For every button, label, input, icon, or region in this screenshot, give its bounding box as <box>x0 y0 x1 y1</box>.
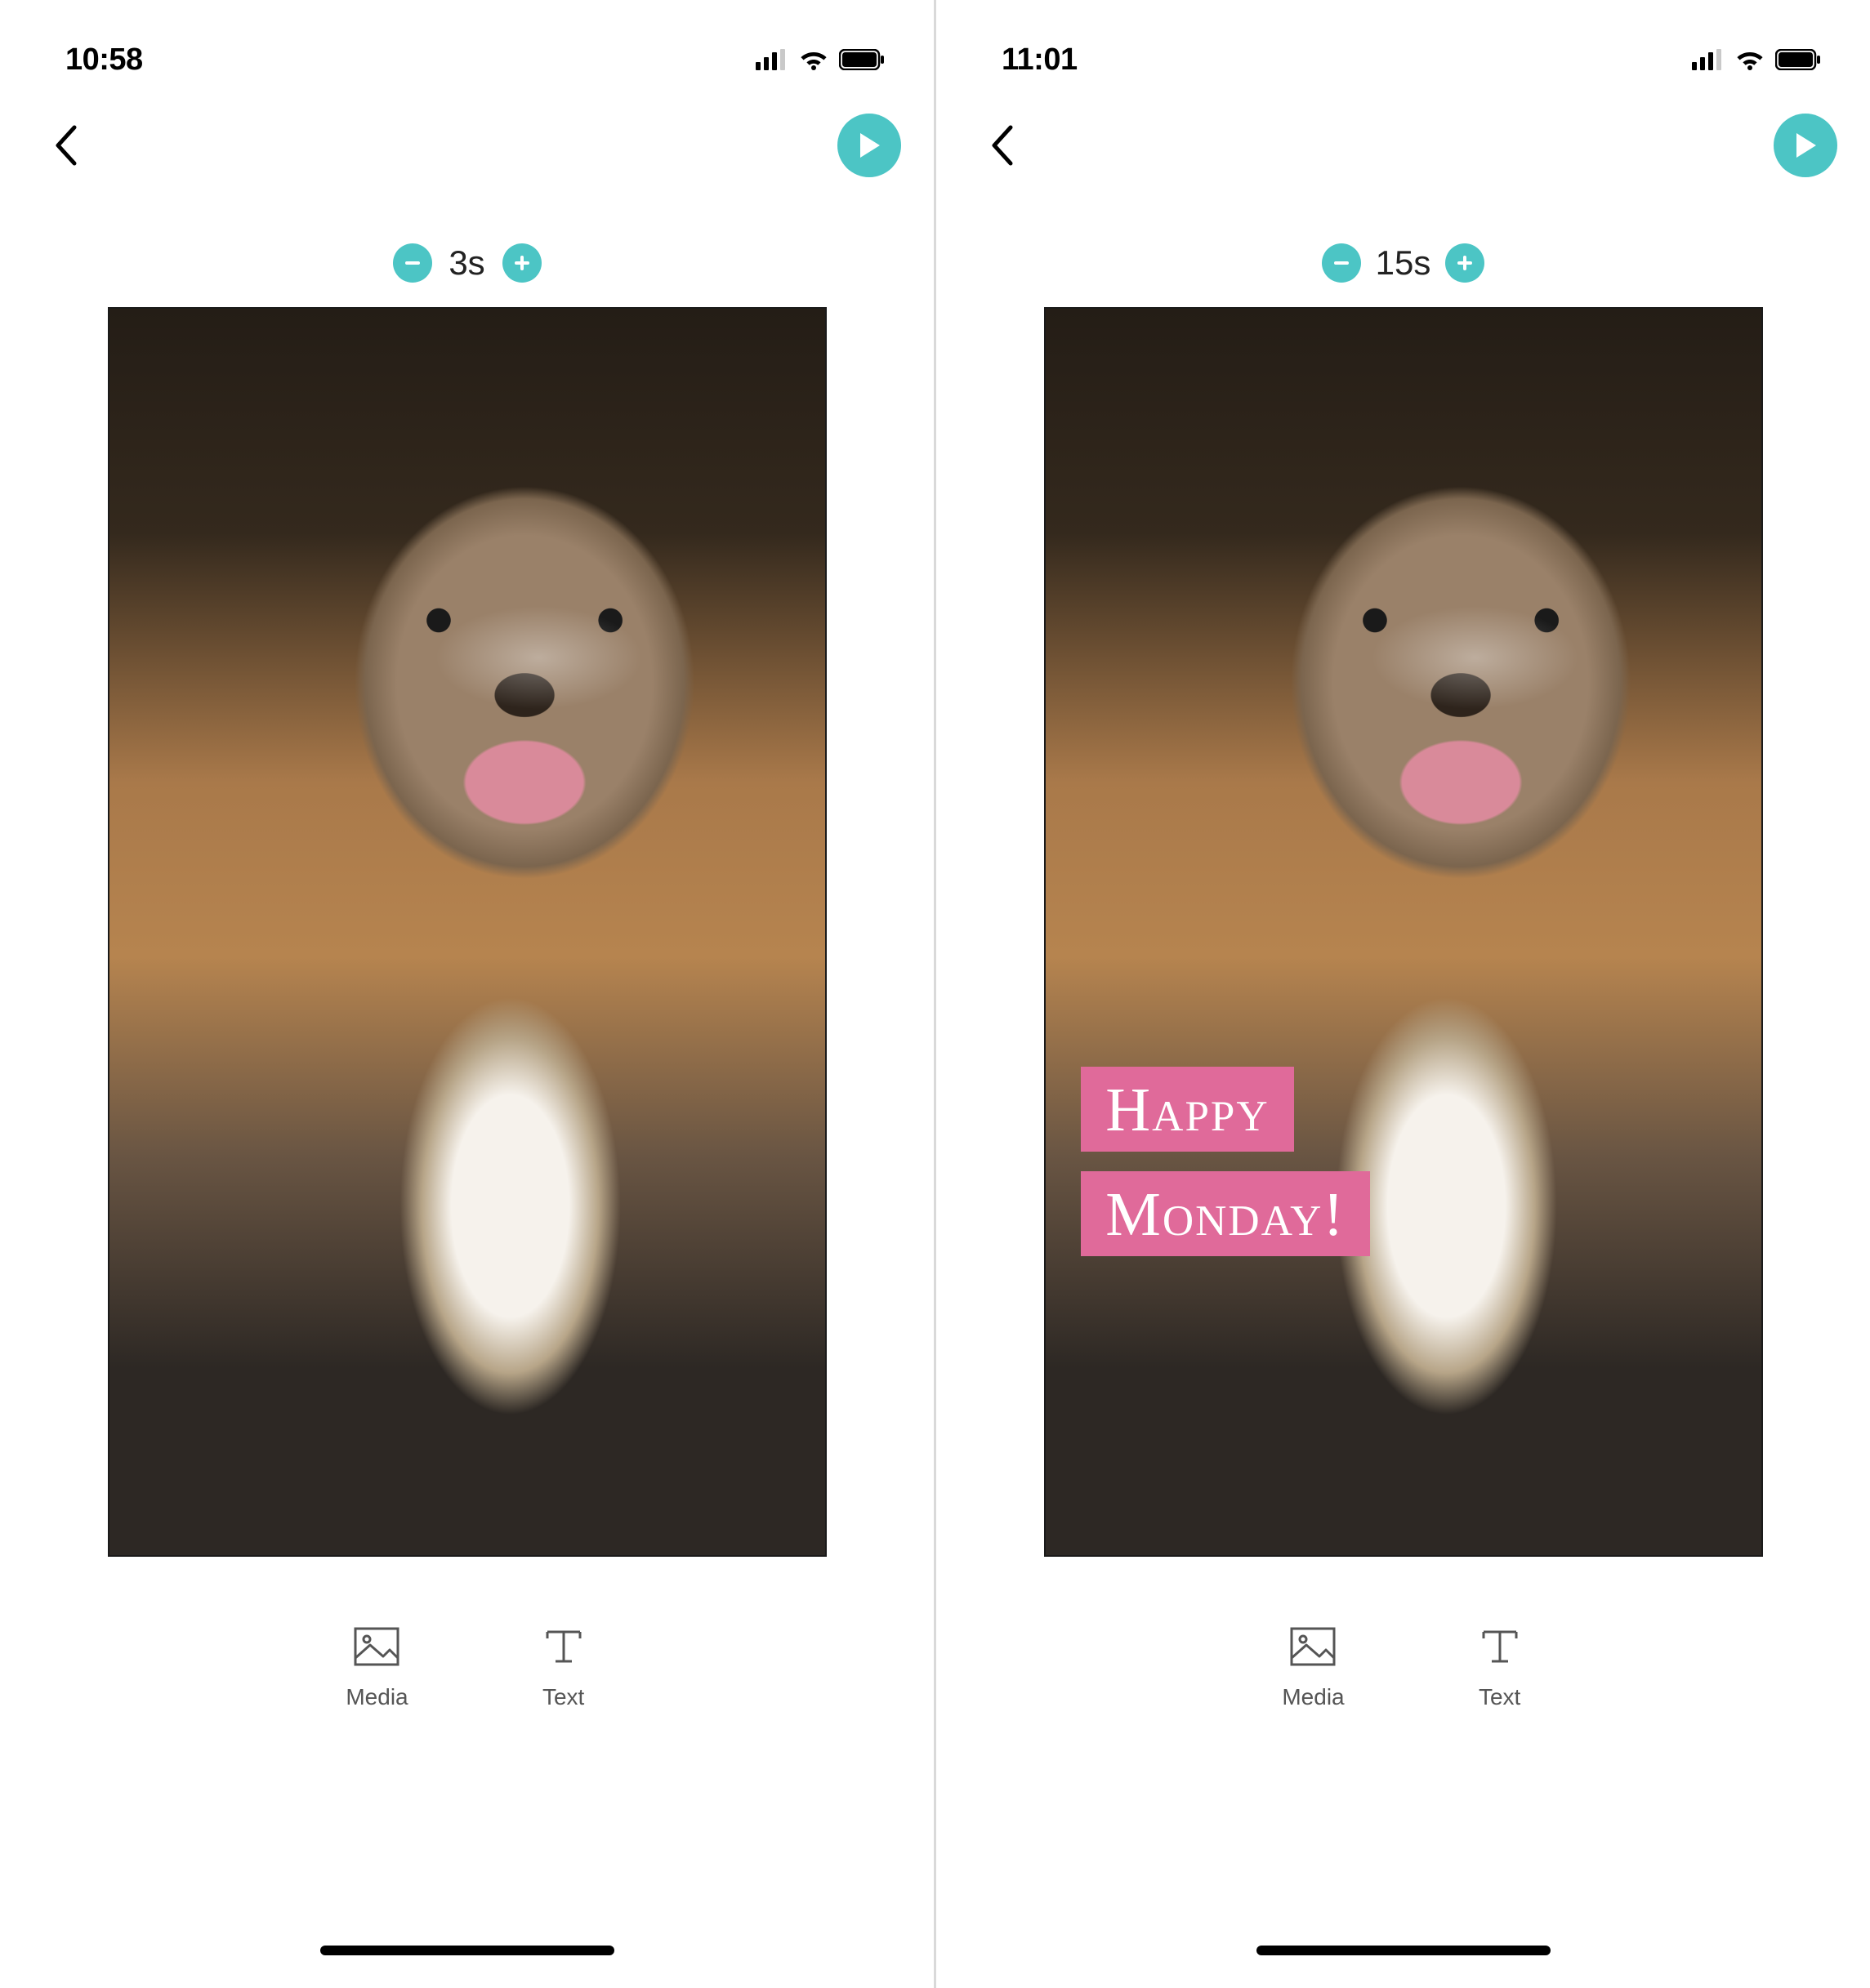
duration-control: 15s <box>936 243 1870 283</box>
chevron-left-icon <box>989 124 1014 167</box>
plus-icon <box>512 253 532 273</box>
text-tool-button[interactable]: Text <box>1475 1622 1524 1710</box>
play-icon <box>857 131 881 159</box>
wifi-icon <box>798 49 829 70</box>
plus-icon <box>1455 253 1475 273</box>
duration-value: 15s <box>1376 243 1431 283</box>
home-indicator[interactable] <box>1256 1946 1551 1955</box>
media-tool-button[interactable]: Media <box>1282 1622 1344 1710</box>
cellular-icon <box>1692 49 1725 70</box>
back-button[interactable] <box>41 121 90 170</box>
status-time: 11:01 <box>1002 42 1078 78</box>
status-time: 10:58 <box>65 42 143 78</box>
canvas-wrap <box>0 307 934 1557</box>
screenshot-pair: 10:58 3s <box>0 0 1870 1988</box>
back-button[interactable] <box>977 121 1026 170</box>
status-icons <box>756 49 885 70</box>
phone-screen-left: 10:58 3s <box>0 0 934 1988</box>
media-canvas[interactable]: Happy Monday! <box>1044 307 1763 1557</box>
minus-icon <box>403 253 422 273</box>
text-icon <box>1477 1627 1523 1666</box>
bottom-toolbar: Media Text <box>0 1622 934 1710</box>
play-button[interactable] <box>837 114 901 177</box>
cellular-icon <box>756 49 788 70</box>
duration-increase-button[interactable] <box>502 243 542 283</box>
text-tool-label: Text <box>1479 1684 1520 1710</box>
minus-icon <box>1332 253 1351 273</box>
duration-control: 3s <box>0 243 934 283</box>
play-button[interactable] <box>1774 114 1837 177</box>
text-tool-button[interactable]: Text <box>539 1622 588 1710</box>
nav-bar <box>936 96 1870 194</box>
media-icon <box>354 1627 399 1666</box>
text-icon <box>541 1627 587 1666</box>
media-tool-label: Media <box>1282 1684 1344 1710</box>
text-overlay-line2: Monday! <box>1081 1171 1369 1256</box>
media-tool-label: Media <box>346 1684 408 1710</box>
status-bar: 11:01 <box>936 23 1870 96</box>
wifi-icon <box>1734 49 1765 70</box>
chevron-left-icon <box>53 124 78 167</box>
text-overlay[interactable]: Happy Monday! <box>1081 1067 1369 1256</box>
media-icon <box>1290 1627 1336 1666</box>
text-overlay-line1: Happy <box>1081 1067 1293 1152</box>
media-tool-button[interactable]: Media <box>346 1622 408 1710</box>
status-bar: 10:58 <box>0 23 934 96</box>
media-canvas[interactable] <box>108 307 827 1557</box>
status-icons <box>1692 49 1821 70</box>
bottom-toolbar: Media Text <box>936 1622 1870 1710</box>
duration-decrease-button[interactable] <box>1322 243 1361 283</box>
photo-preview <box>1046 309 1761 1555</box>
canvas-wrap: Happy Monday! <box>936 307 1870 1557</box>
battery-icon <box>839 49 885 70</box>
battery-icon <box>1775 49 1821 70</box>
duration-decrease-button[interactable] <box>393 243 432 283</box>
text-tool-label: Text <box>542 1684 584 1710</box>
photo-preview <box>109 309 825 1555</box>
duration-value: 3s <box>447 243 488 283</box>
home-indicator[interactable] <box>320 1946 614 1955</box>
nav-bar <box>0 96 934 194</box>
play-icon <box>1793 131 1818 159</box>
phone-screen-right: 11:01 15s <box>936 0 1870 1988</box>
duration-increase-button[interactable] <box>1445 243 1484 283</box>
